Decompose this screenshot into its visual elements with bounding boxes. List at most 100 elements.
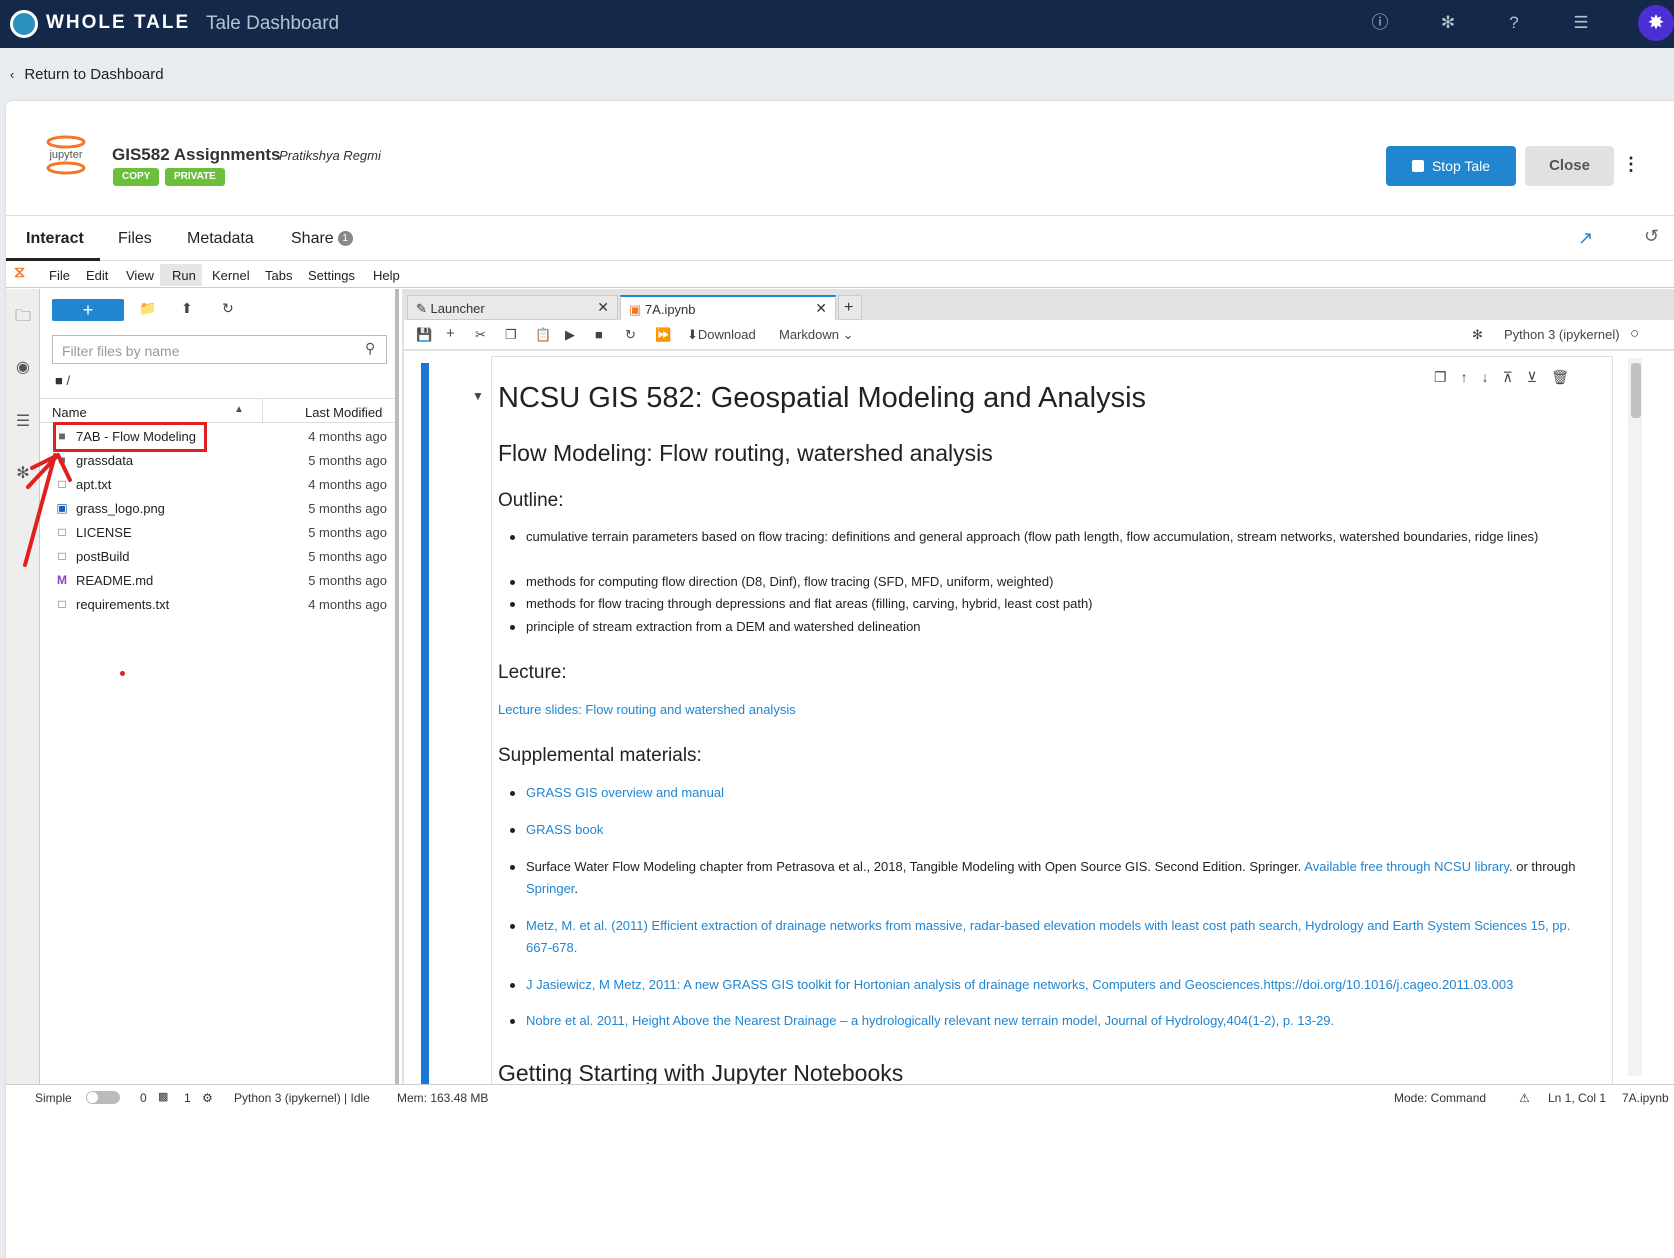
file-row[interactable]: ■ grassdata 5 months ago: [40, 449, 395, 473]
bullet: [510, 865, 515, 870]
download-button[interactable]: ⬇Download: [687, 327, 756, 343]
brand-name[interactable]: WHOLE TALE: [46, 12, 190, 34]
sort-ascending-icon[interactable]: ▲: [234, 404, 244, 415]
filter-files-input[interactable]: Filter files by name: [52, 335, 387, 364]
table-of-contents-icon[interactable]: ☰: [13, 411, 33, 431]
insert-above-icon[interactable]: ⊼: [1503, 369, 1527, 385]
nobre-link[interactable]: Nobre et al. 2011, Height Above the Near…: [526, 1010, 1586, 1032]
tab-notebook[interactable]: ▣ 7A.ipynb ✕: [620, 295, 836, 320]
menu-kernel[interactable]: Kernel: [212, 268, 250, 283]
metz-link[interactable]: Metz, M. et al. (2011) Efficient extract…: [526, 915, 1586, 959]
copy-icon[interactable]: ❐: [505, 327, 517, 343]
menu-run[interactable]: Run: [172, 268, 196, 283]
running-kernels-icon[interactable]: ◉: [13, 357, 33, 377]
menu-tabs[interactable]: Tabs: [265, 268, 292, 283]
collapse-caret-icon[interactable]: ▼: [472, 389, 484, 403]
help-icon[interactable]: ?: [1503, 12, 1525, 34]
new-folder-icon[interactable]: 📁: [139, 300, 156, 317]
grass-book-link[interactable]: GRASS book: [526, 819, 1586, 841]
return-to-dashboard-link[interactable]: ‹ Return to Dashboard: [10, 66, 164, 83]
springer-link[interactable]: Springer: [526, 881, 574, 896]
tab-files[interactable]: Files: [118, 230, 152, 248]
private-badge: PRIVATE: [165, 168, 225, 186]
more-options-icon[interactable]: ⋮: [1622, 154, 1640, 175]
kernel-status[interactable]: Python 3 (ipykernel) | Idle: [234, 1091, 370, 1105]
notification-icon[interactable]: ⚠: [1519, 1091, 1530, 1105]
menu-help[interactable]: Help: [373, 268, 400, 283]
menu-view[interactable]: View: [126, 268, 154, 283]
file-row[interactable]: □ requirements.txt 4 months ago: [40, 593, 395, 617]
cell-type-select[interactable]: Markdown ⌄: [779, 327, 854, 343]
active-cell-indicator[interactable]: [421, 363, 429, 1084]
delete-cell-icon[interactable]: 🗑: [1551, 369, 1583, 385]
whole-tale-logo-icon[interactable]: [10, 10, 38, 38]
kernel-status-icon: ○: [1630, 325, 1640, 342]
user-avatar[interactable]: ✸: [1638, 5, 1674, 41]
kernel-name[interactable]: Python 3 (ipykernel): [1504, 327, 1620, 342]
close-tab-icon[interactable]: ✕: [597, 299, 609, 316]
history-icon[interactable]: ↺: [1644, 226, 1659, 247]
run-icon[interactable]: ▶: [565, 327, 575, 343]
folder-icon[interactable]: 🗀: [13, 305, 33, 325]
memory-usage: Mem: 163.48 MB: [397, 1091, 489, 1105]
new-tab-button[interactable]: +: [838, 295, 862, 320]
restart-icon[interactable]: ↻: [625, 327, 636, 343]
info-icon[interactable]: ⓘ: [1369, 12, 1391, 34]
tab-metadata[interactable]: Metadata: [187, 230, 254, 248]
kernel-settings-icon[interactable]: ⚙: [202, 1091, 213, 1105]
bullet: [510, 924, 515, 929]
paste-icon[interactable]: 📋: [535, 327, 551, 343]
menu-settings[interactable]: Settings: [308, 268, 355, 283]
tab-launcher[interactable]: ✎ Launcher ✕: [407, 295, 618, 320]
new-launcher-button[interactable]: +: [52, 299, 124, 321]
top-navbar: WHOLE TALE Tale Dashboard ⓘ ✻ ? ☰ ✸: [0, 0, 1674, 48]
insert-below-icon[interactable]: ⊻: [1527, 369, 1551, 385]
annotation-highlight-box: [53, 422, 207, 452]
close-button[interactable]: Close: [1525, 146, 1614, 186]
terminal-icon[interactable]: ▩: [158, 1090, 168, 1103]
file-row[interactable]: ▣ grass_logo.png 5 months ago: [40, 497, 395, 521]
stop-icon[interactable]: ■: [595, 327, 603, 342]
move-up-icon[interactable]: ↑: [1461, 369, 1482, 385]
supplemental-item: Surface Water Flow Modeling chapter from…: [526, 859, 1576, 896]
file-row[interactable]: M README.md 5 months ago: [40, 569, 395, 593]
grass-manual-link[interactable]: GRASS GIS overview and manual: [526, 782, 1586, 804]
breadcrumb[interactable]: ■ /: [55, 373, 70, 388]
lecture-slides-link[interactable]: Lecture slides: Flow routing and watersh…: [498, 702, 796, 717]
close-tab-icon[interactable]: ✕: [815, 300, 827, 317]
notebook-scrollbar[interactable]: [1628, 358, 1642, 1076]
jupyter-sidebar-strip: 🗀 ◉ ☰ ✻: [6, 289, 40, 1084]
jasiewicz-link[interactable]: J Jasiewicz, M Metz, 2011: A new GRASS G…: [526, 974, 1586, 996]
column-name[interactable]: Name: [52, 405, 87, 420]
stop-tale-button[interactable]: Stop Tale: [1386, 146, 1516, 186]
next-section-clip: Getting Starting with Jupyter Notebooks: [491, 1056, 1613, 1084]
file-icon: □: [58, 597, 66, 611]
duplicate-cell-icon[interactable]: ❐: [1434, 369, 1461, 385]
refresh-icon[interactable]: ↻: [222, 300, 234, 317]
tab-share[interactable]: Share 1: [291, 230, 353, 248]
nav-title[interactable]: Tale Dashboard: [206, 13, 339, 35]
ncsu-library-link[interactable]: Available free through NCSU library: [1304, 859, 1509, 874]
file-row[interactable]: □ LICENSE 5 months ago: [40, 521, 395, 545]
save-icon[interactable]: 💾: [416, 327, 432, 343]
file-row[interactable]: □ postBuild 5 months ago: [40, 545, 395, 569]
menu-file[interactable]: File: [49, 268, 70, 283]
notebook-icon: ▣: [629, 302, 642, 317]
fast-forward-icon[interactable]: ⏩: [655, 327, 671, 343]
insert-cell-icon[interactable]: +: [446, 325, 455, 342]
cut-icon[interactable]: ✂: [475, 327, 486, 343]
search-icon: ⚲: [365, 340, 376, 356]
move-down-icon[interactable]: ↓: [1482, 369, 1503, 385]
upload-icon[interactable]: ⬆: [181, 300, 193, 317]
debugger-icon[interactable]: ✻: [1472, 327, 1483, 343]
scrollbar-thumb[interactable]: [1631, 363, 1641, 418]
tasks-icon[interactable]: ☰: [1570, 12, 1592, 34]
tab-interact[interactable]: Interact: [26, 230, 84, 248]
bug-icon[interactable]: ✻: [1437, 12, 1459, 34]
file-row[interactable]: □ apt.txt 4 months ago: [40, 473, 395, 497]
external-link-icon[interactable]: ↗: [1578, 228, 1593, 249]
column-last-modified[interactable]: Last Modified: [305, 405, 382, 420]
extensions-icon[interactable]: ✻: [13, 463, 33, 483]
tale-author: Pratikshya Regmi: [279, 148, 381, 163]
menu-edit[interactable]: Edit: [86, 268, 108, 283]
